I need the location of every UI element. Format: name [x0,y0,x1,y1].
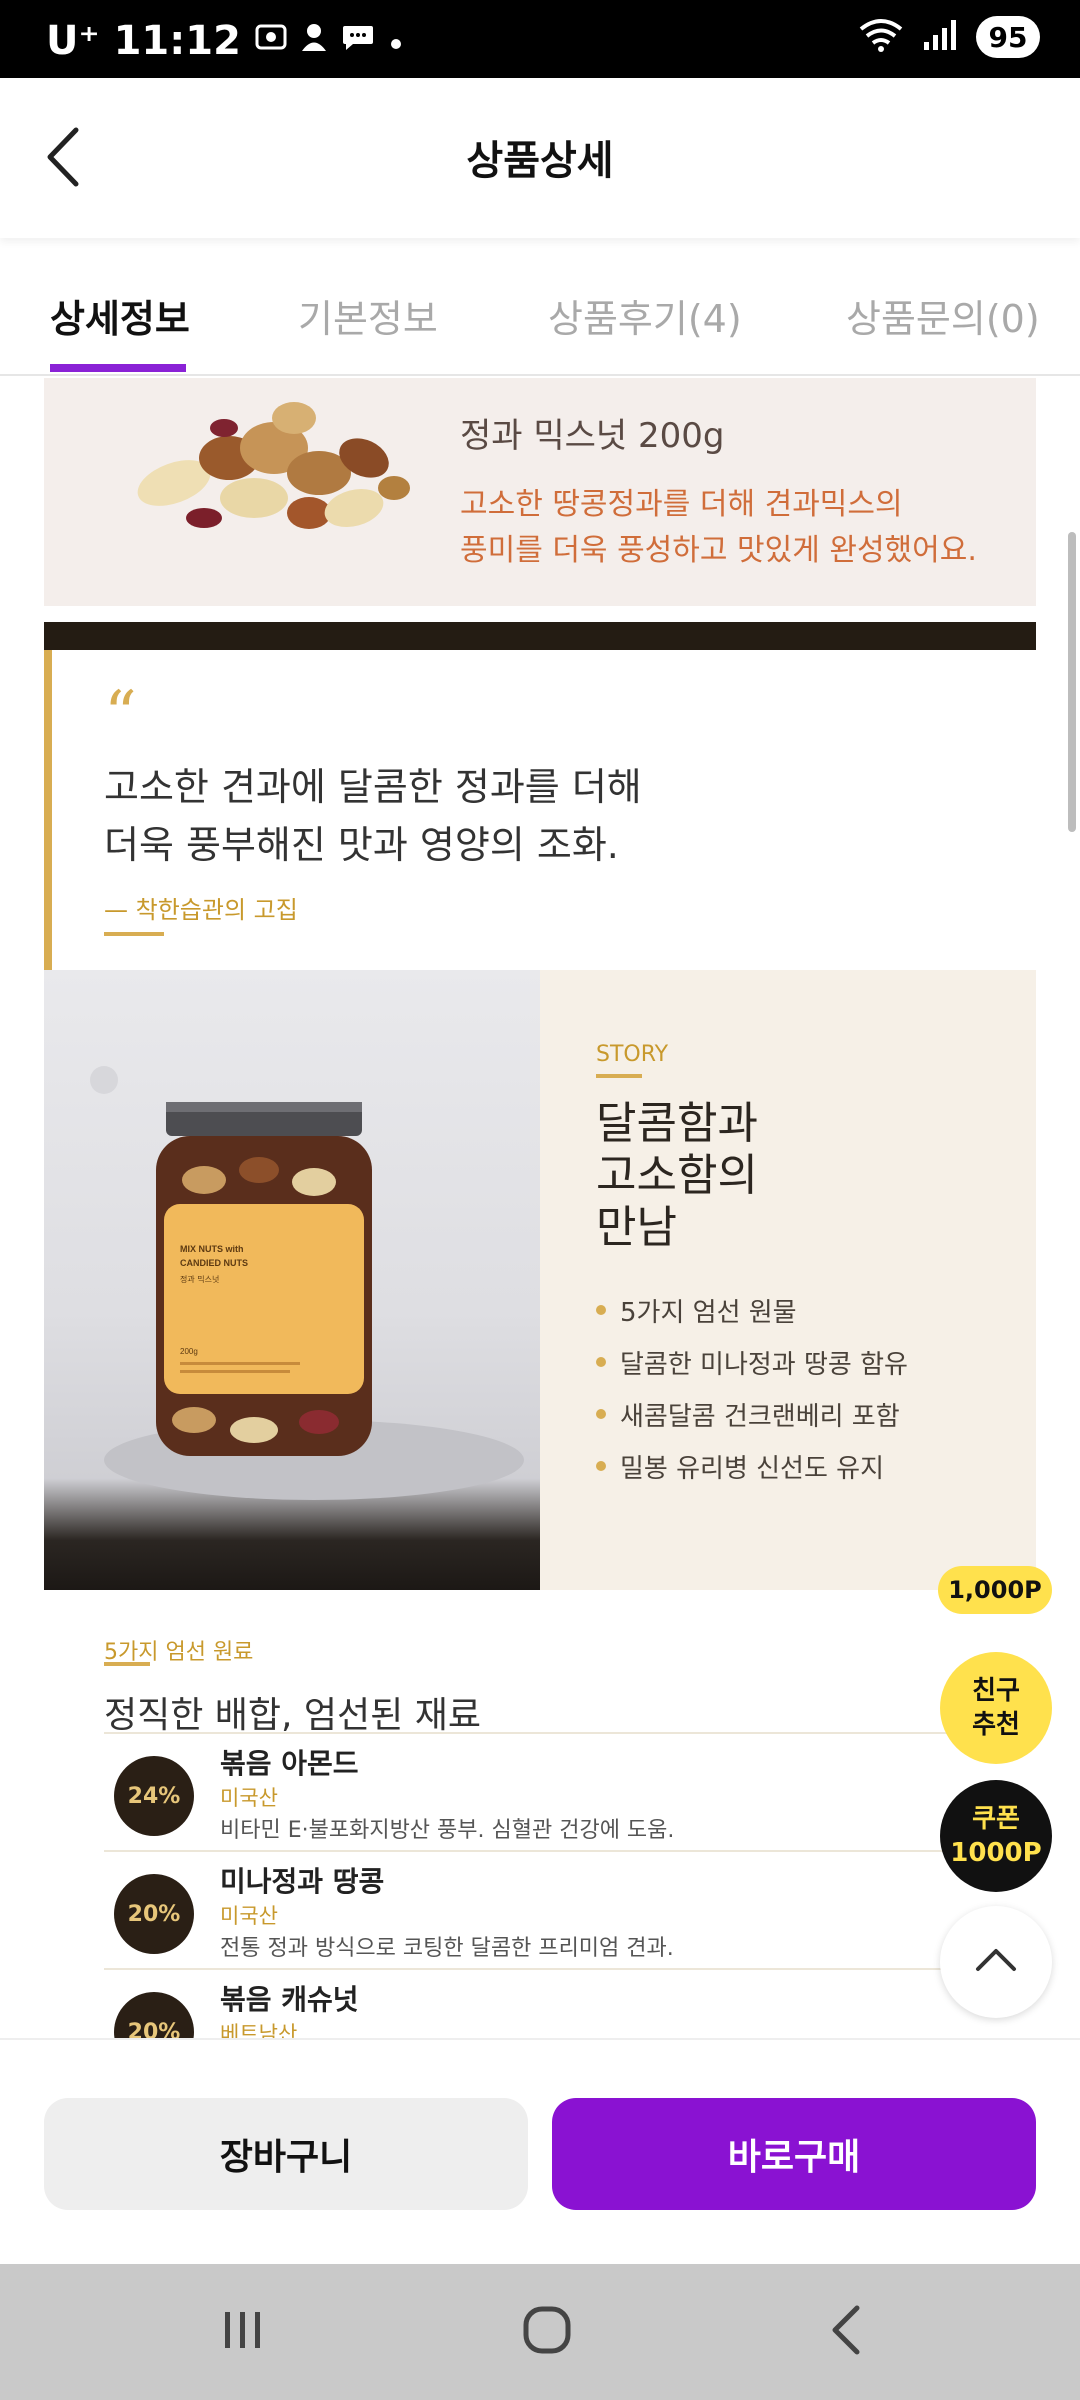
ingredient-percent-badge: 20% [114,1992,194,2038]
tab-reviews[interactable]: 상품후기(4) [548,288,742,343]
ingredient-origin: 미국산 [220,1786,278,1810]
scroll-to-top-button[interactable] [940,1906,1052,2018]
home-icon [521,2304,573,2360]
recent-apps-button[interactable] [208,2300,278,2364]
story-point-text: 밀봉 유리병 신선도 유지 [620,1453,884,1484]
story-panel: STORY 달콤함과 고소함의 만남 5가지 엄선 원물 달콤한 미나정과 땅콩… [540,970,1036,1590]
buy-now-button[interactable]: 바로구매 [552,2098,1036,2210]
story-point-text: 새콤달콤 건크랜베리 포함 [620,1401,900,1432]
ingredient-name: 볶음 아몬드 [220,1747,359,1780]
quote-underline [104,932,164,936]
friend-referral-button[interactable]: 친구 추천 [940,1652,1052,1764]
mixed-nuts-image [114,388,434,568]
add-to-cart-button[interactable]: 장바구니 [44,2098,528,2210]
ingredient-row: 20% 미나정과 땅콩 미국산 전통 정과 방식으로 코팅한 달콤한 프리미엄 … [104,1850,964,1966]
tab-inquiries[interactable]: 상품문의(0) [846,288,1040,343]
chevron-up-icon [974,1945,1018,1979]
purchase-bar: 장바구니 바로구매 [0,2038,1080,2264]
friend-referral-line2: 추천 [972,1710,1020,1740]
ingredient-row: 24% 볶음 아몬드 미국산 비타민 E·불포화지방산 풍부. 심혈관 건강에 … [104,1732,964,1848]
coupon-line2: 1000P [950,1838,1042,1868]
system-navigation-bar [0,2264,1080,2400]
story-points: 5가지 엄선 원물 달콤한 미나정과 땅콩 함유 새콤달콤 건크랜베리 포함 밀… [596,1284,908,1492]
ingredient-percent-badge: 20% [114,1874,194,1954]
ingredient-origin: 베트남산 [220,2022,298,2038]
detail-tabs: 상세정보 기본정보 상품후기(4) 상품문의(0) [0,260,1080,376]
quote-text: 고소한 견과에 달콤한 정과를 더해 더욱 풍부해진 맛과 영양의 조화. [104,758,642,874]
quote-line1: 고소한 견과에 달콤한 정과를 더해 [104,765,642,809]
product-intro-banner: 정과 믹스넛 200g 고소한 땅콩정과를 더해 견과믹스의 풍미를 더욱 풍성… [44,378,1036,606]
person-icon [301,22,327,60]
story-point: 5가지 엄선 원물 [596,1284,908,1336]
ingredient-percent-badge: 24% [114,1756,194,1836]
time-label: 11:12 [113,18,241,64]
friend-referral-line1: 친구 [972,1676,1020,1706]
page-title: 상품상세 [466,138,614,184]
story-point: 밀봉 유리병 신선도 유지 [596,1440,908,1492]
coupon-line1: 쿠폰 [972,1804,1020,1834]
scrollbar[interactable] [1068,532,1076,832]
product-name: 정과 믹스넛 200g [460,416,725,456]
ingredient-description: 전통 정과 방식으로 코팅한 달콤한 프리미엄 견과. [220,1936,674,1961]
active-tab-indicator [50,364,186,372]
ingredient-name: 볶음 캐슈넛 [220,1983,359,2016]
wifi-icon [858,17,904,57]
ingredients-section: 5가지 엄선 원료 정직한 배합, 엄선된 재료 24% 볶음 아몬드 미국산 … [44,1590,1036,2038]
product-description-line1: 고소한 땅콩정과를 더해 견과믹스의 [460,487,903,522]
product-description-line2: 풍미를 더욱 풍성하고 맛있게 완성했어요. [460,533,977,568]
story-title-line1: 달콤함과 [596,1098,758,1149]
story-point: 달콤한 미나정과 땅콩 함유 [596,1336,908,1388]
svg-text:정과 믹스넛: 정과 믹스넛 [180,1274,219,1284]
story-section: MIX NUTS with CANDIED NUTS 정과 믹스넛 200g S… [44,970,1036,1590]
ingredients-heading: 정직한 배합, 엄선된 재료 [104,1695,481,1736]
story-title: 달콤함과 고소함의 만남 [596,1098,758,1254]
story-point: 새콤달콤 건크랜베리 포함 [596,1388,908,1440]
story-point-text: 달콤한 미나정과 땅콩 함유 [620,1349,908,1380]
story-point-text: 5가지 엄선 원물 [620,1297,797,1328]
story-title-line2: 고소함의 [596,1150,758,1201]
status-left: U⁺ 11:12 [46,18,403,64]
tab-basic-info[interactable]: 기본정보 [298,288,438,343]
svg-text:MIX NUTS with: MIX NUTS with [180,1244,244,1254]
ingredient-name: 미나정과 땅콩 [220,1865,385,1898]
bullet-dot-icon [596,1357,606,1367]
detail-content[interactable]: 정과 믹스넛 200g 고소한 땅콩정과를 더해 견과믹스의 풍미를 더욱 풍성… [0,378,1080,2038]
svg-text:200g: 200g [180,1347,198,1356]
status-bar: U⁺ 11:12 95 [0,0,1080,78]
quote-mark-icon: “ [104,678,137,752]
bullet-dot-icon [596,1409,606,1419]
ingredient-origin: 미국산 [220,1904,278,1928]
ingredients-label-underline [104,1662,150,1666]
product-description: 고소한 땅콩정과를 더해 견과믹스의 풍미를 더욱 풍성하고 맛있게 완성했어요… [460,482,977,574]
system-back-button[interactable] [812,2300,882,2364]
app-bar: 상품상세 [0,78,1080,238]
svg-text:CANDIED NUTS: CANDIED NUTS [180,1258,248,1268]
home-button[interactable] [512,2300,582,2364]
section-divider [44,622,1036,650]
status-right: 95 [858,16,1040,58]
back-arrow-icon [823,2304,871,2360]
brand-quote: “ 고소한 견과에 달콤한 정과를 더해 더욱 풍부해진 맛과 영양의 조화. … [44,650,1036,970]
quote-source: — 착한습관의 고집 [104,896,298,924]
signal-icon [922,18,958,56]
story-label: STORY [596,1042,669,1067]
ingredient-row: 20% 볶음 캐슈넛 베트남산 [104,1968,964,2038]
bullet-dot-icon [596,1461,606,1471]
story-label-underline [596,1074,642,1078]
dot-icon [389,24,403,59]
jar-product-photo: MIX NUTS with CANDIED NUTS 정과 믹스넛 200g [44,970,540,1590]
chat-icon [341,22,375,60]
recent-apps-icon [219,2306,267,2358]
tab-detail-info[interactable]: 상세정보 [50,288,190,343]
battery-indicator: 95 [976,16,1040,58]
quote-line2: 더욱 풍부해진 맛과 영양의 조화. [104,823,619,867]
screenshot-icon [255,22,287,60]
ingredient-description: 비타민 E·불포화지방산 풍부. 심혈관 건강에 도움. [220,1818,675,1843]
points-bubble: 1,000P [938,1566,1052,1614]
coupon-button[interactable]: 쿠폰 1000P [940,1780,1052,1892]
bullet-dot-icon [596,1305,606,1315]
story-title-line3: 만남 [596,1202,677,1253]
carrier-label: U⁺ [46,18,100,64]
